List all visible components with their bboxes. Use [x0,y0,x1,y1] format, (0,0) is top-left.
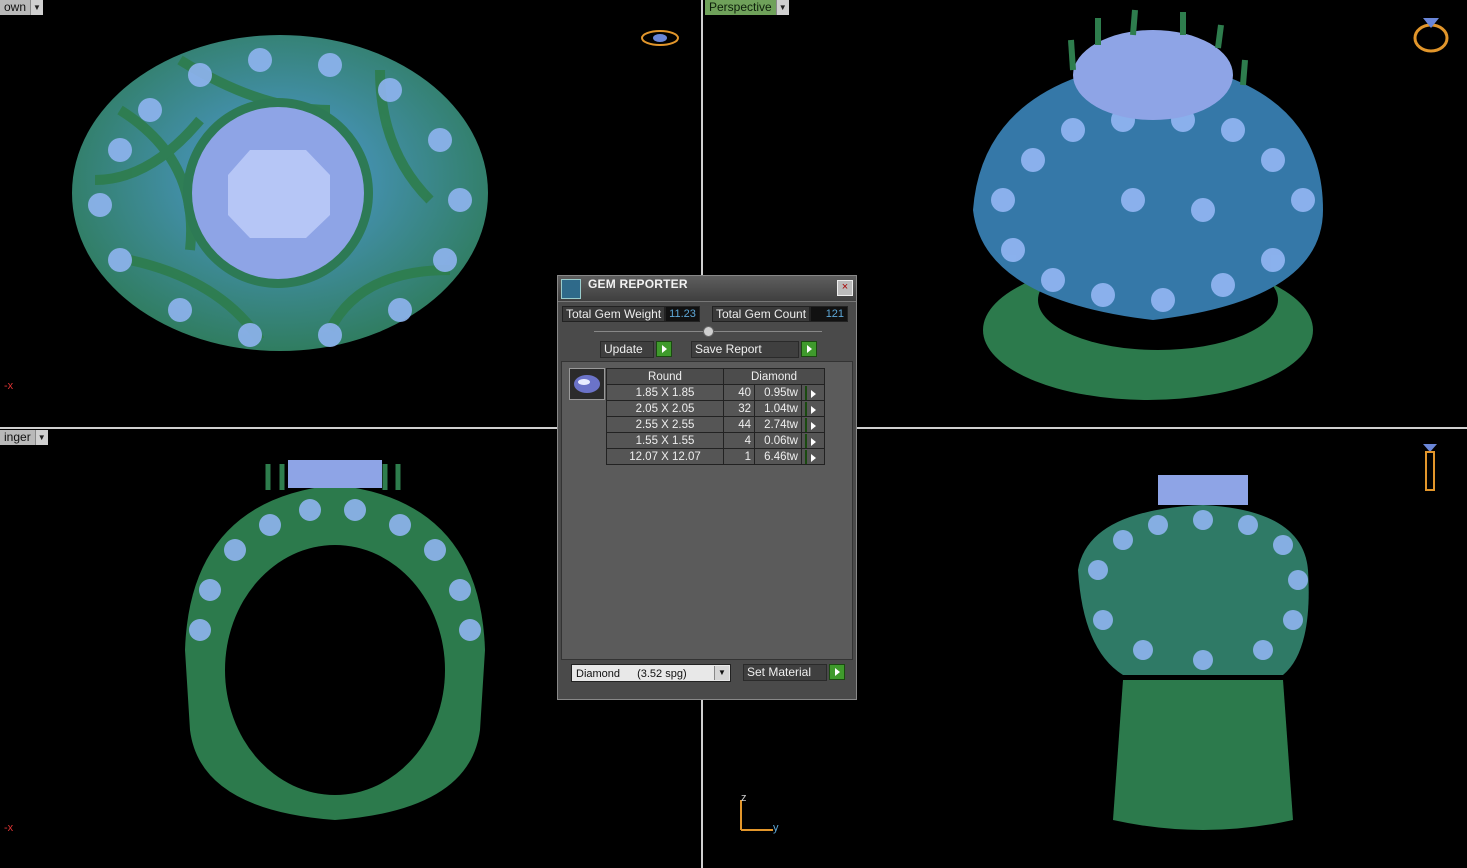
gem-reporter-logo-icon [561,279,581,299]
table-row: 2.55 X 2.55 44 2.74tw [606,416,825,433]
table-row: 2.05 X 2.05 32 1.04tw [606,400,825,417]
gem-weight: 6.46tw [754,448,802,465]
gem-weight: 0.95tw [754,384,802,401]
save-report-button[interactable]: Save Report [691,340,817,358]
update-label: Update [600,340,654,358]
ring-nav-icon[interactable] [1411,10,1451,54]
gem-thumbnail-icon[interactable] [569,368,605,400]
material-select[interactable]: Diamond (3.52 spg) ▼ [571,664,731,682]
total-count-value: 121 [810,306,849,322]
panel-title: GEM REPORTER [588,277,688,291]
x-axis-label: -x [4,380,14,392]
viewport-front-label-text: inger [0,430,35,445]
gem-size: 2.05 X 2.05 [606,400,724,417]
chevron-down-icon[interactable]: ▼ [30,0,44,15]
gem-reporter-panel: GEM REPORTER × Total Gem Weight 11.23 To… [557,275,857,700]
viewport-top-label[interactable]: own ▼ [0,0,44,15]
gem-weight: 0.06tw [754,432,802,449]
gem-size: 2.55 X 2.55 [606,416,724,433]
gem-table: Round Diamond 1.85 X 1.85 40 0.95tw 2.05… [606,368,825,465]
play-icon[interactable] [656,341,672,357]
select-row-play-icon[interactable] [805,433,807,448]
table-row: 1.55 X 1.55 4 0.06tw [606,432,825,449]
header-cut: Round [606,368,724,385]
table-row: 1.85 X 1.85 40 0.95tw [606,384,825,401]
viewport-perspective-label[interactable]: Perspective ▼ [705,0,789,15]
y-axis-label: y [773,822,779,834]
viewport-front-label[interactable]: inger ▼ [0,430,48,445]
gem-report-area: Round Diamond 1.85 X 1.85 40 0.95tw 2.05… [561,361,853,660]
material-select-name: Diamond [576,668,621,680]
total-gem-weight: Total Gem Weight 11.23 [562,306,700,322]
gem-size: 1.85 X 1.85 [606,384,724,401]
gem-count: 32 [723,400,755,417]
play-icon[interactable] [829,664,845,680]
total-count-label: Total Gem Count [712,306,811,322]
gem-count: 4 [723,432,755,449]
header-material: Diamond [723,368,825,385]
gem-size: 1.55 X 1.55 [606,432,724,449]
play-icon[interactable] [801,341,817,357]
panel-title-bar[interactable]: GEM REPORTER × [558,276,856,302]
ring-nav-icon[interactable] [640,28,680,48]
total-weight-label: Total Gem Weight [562,306,666,322]
viewport-perspective-label-text: Perspective [705,0,776,15]
viewport-top-label-text: own [0,0,31,15]
select-row-play-icon[interactable] [805,417,807,432]
ring-nav-icon[interactable] [1420,440,1440,492]
chevron-down-icon[interactable]: ▼ [775,0,789,15]
table-row: 12.07 X 12.07 1 6.46tw [606,448,825,465]
set-material-button[interactable]: Set Material [743,663,845,681]
gem-count: 44 [723,416,755,433]
set-material-label: Set Material [743,663,827,681]
z-axis-label: z [741,792,747,804]
gem-count: 40 [723,384,755,401]
x-axis-label: -x [4,822,14,834]
select-row-play-icon[interactable] [805,401,807,416]
gem-size: 12.07 X 12.07 [606,448,724,465]
close-button[interactable]: × [837,280,853,296]
gem-weight: 2.74tw [754,416,802,433]
select-row-play-icon[interactable] [805,449,807,464]
gem-count: 1 [723,448,755,465]
material-select-spg: (3.52 spg) [637,668,687,680]
chevron-down-icon[interactable]: ▼ [714,666,729,680]
select-row-play-icon[interactable] [805,385,807,400]
update-button[interactable]: Update [600,340,672,358]
total-gem-count: Total Gem Count 121 [712,306,849,322]
chevron-down-icon[interactable]: ▼ [34,430,48,445]
gem-weight: 1.04tw [754,400,802,417]
save-report-label: Save Report [691,340,799,358]
panel-slider-handle[interactable] [703,326,714,337]
total-weight-value: 11.23 [665,306,700,322]
